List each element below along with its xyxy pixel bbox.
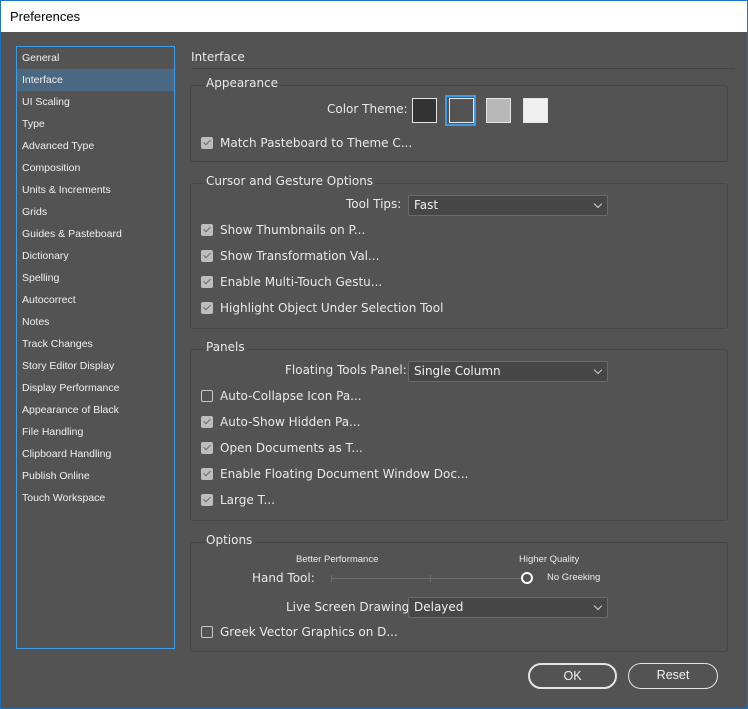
live-screen-drawing-value: Delayed [414,600,464,614]
checkbox-label: Highlight Object Under Selection Tool [220,301,444,315]
preferences-dialog: Preferences General Interface UI Scaling Ty… [0,0,748,709]
checkbox-checked-icon [201,494,213,506]
title-bar: Preferences [1,1,747,32]
slider-knob[interactable] [521,572,533,584]
auto-collapse-icon-pa-checkbox[interactable]: Auto-Collapse Icon Pa... [201,387,362,405]
floating-tools-panel-label: Floating Tools Panel: [285,363,407,377]
color-theme-label: Color Theme: [327,102,408,116]
theme-swatch-dark[interactable] [412,98,437,123]
checkbox-checked-icon [201,468,213,480]
cursor-gesture-group-label: Cursor and Gesture Options [205,174,376,188]
checkbox-label: Large T... [220,493,275,507]
open-documents-as-t-checkbox[interactable]: Open Documents as T... [201,439,363,457]
slider-tick-middle [430,575,431,582]
cursor-gesture-group: Cursor and Gesture Options Tool Tips: Fa… [190,174,728,329]
appearance-group: Appearance Color Theme: Match Pasteboard… [190,76,728,162]
enable-floating-document-window-doc-checkbox[interactable]: Enable Floating Document Window Doc... [201,465,468,483]
checkbox-checked-icon [201,416,213,428]
sidebar-item-publish-online[interactable]: Publish Online [17,465,174,487]
hand-tool-label: Hand Tool: [252,571,315,585]
reset-button[interactable]: Reset [628,663,718,689]
no-greeking-label: No Greeking [547,572,601,583]
sidebar-item-advanced-type[interactable]: Advanced Type [17,135,174,157]
ok-button[interactable]: OK [528,663,617,689]
sidebar-item-track-changes[interactable]: Track Changes [17,333,174,355]
panels-group: Panels Floating Tools Panel: Single Colu… [190,340,728,521]
chevron-down-icon [593,365,603,375]
checkbox-label: Enable Floating Document Window Doc... [220,467,469,481]
sidebar-item-dictionary[interactable]: Dictionary [17,245,174,267]
checkbox-checked-icon [201,302,213,314]
sidebar-item-notes[interactable]: Notes [17,311,174,333]
checkbox-label: Enable Multi-Touch Gestu... [220,275,383,289]
higher-quality-label: Higher Quality [519,554,580,565]
checkbox-checked-icon [201,137,213,149]
live-screen-drawing-label: Live Screen Drawing: [286,600,414,614]
sidebar-item-story-editor-display[interactable]: Story Editor Display [17,355,174,377]
show-transformation-val-checkbox[interactable]: Show Transformation Val... [201,247,379,265]
checkbox-checked-icon [201,224,213,236]
appearance-group-label: Appearance [205,76,281,90]
sidebar-item-autocorrect[interactable]: Autocorrect [17,289,174,311]
large-t-checkbox[interactable]: Large T... [201,491,275,509]
sidebar-item-guides-pasteboard[interactable]: Guides & Pasteboard [17,223,174,245]
window-title: Preferences [10,9,81,24]
theme-swatch-medium-dark[interactable] [449,98,474,123]
show-thumbnails-on-p-checkbox[interactable]: Show Thumbnails on P... [201,221,365,239]
checkbox-checked-icon [201,276,213,288]
chevron-down-icon [593,601,603,611]
sidebar-item-appearance-of-black[interactable]: Appearance of Black [17,399,174,421]
checkbox-checked-icon [201,442,213,454]
tool-tips-value: Fast [414,198,439,212]
theme-swatch-medium-light[interactable] [486,98,511,123]
live-screen-drawing-select[interactable]: Delayed [408,597,608,618]
match-pasteboard-label: Match Pasteboard to Theme C... [220,136,413,150]
options-group-label: Options [205,533,255,547]
tool-tips-select[interactable]: Fast [408,195,608,216]
greek-vector-checkbox[interactable]: Greek Vector Graphics on D... [201,623,398,641]
sidebar-item-clipboard-handling[interactable]: Clipboard Handling [17,443,174,465]
checkbox-label: Auto-Collapse Icon Pa... [220,389,362,403]
floating-tools-panel-select[interactable]: Single Column [408,361,608,382]
checkbox-label: Open Documents as T... [220,441,363,455]
sidebar-item-units-increments[interactable]: Units & Increments [17,179,174,201]
tool-tips-label: Tool Tips: [346,197,402,211]
sidebar-item-composition[interactable]: Composition [17,157,174,179]
sidebar-item-file-handling[interactable]: File Handling [17,421,174,443]
sidebar-item-ui-scaling[interactable]: UI Scaling [17,91,174,113]
sidebar-item-type[interactable]: Type [17,113,174,135]
slider-tick-start [331,575,332,582]
sidebar-item-interface[interactable]: Interface [17,69,174,91]
floating-tools-panel-value: Single Column [414,364,501,378]
sidebar-item-grids[interactable]: Grids [17,201,174,223]
hand-tool-slider[interactable] [331,569,533,589]
checkbox-checked-icon [201,250,213,262]
title-divider [191,68,735,69]
checkbox-label: Auto-Show Hidden Pa... [220,415,361,429]
enable-multi-touch-gestu-checkbox[interactable]: Enable Multi-Touch Gestu... [201,273,382,291]
checkbox-label: Show Thumbnails on P... [220,223,366,237]
checkbox-label: Show Transformation Val... [220,249,380,263]
checkbox-unchecked-icon [201,626,213,638]
auto-show-hidden-pa-checkbox[interactable]: Auto-Show Hidden Pa... [201,413,361,431]
match-pasteboard-checkbox[interactable]: Match Pasteboard to Theme C... [201,134,412,152]
greek-vector-label: Greek Vector Graphics on D... [220,625,398,639]
theme-swatch-light[interactable] [523,98,548,123]
options-group: Options Better Performance Higher Qualit… [190,533,728,652]
sidebar-item-display-performance[interactable]: Display Performance [17,377,174,399]
sidebar-item-general[interactable]: General [17,47,174,69]
checkbox-unchecked-icon [201,390,213,402]
sidebar-item-touch-workspace[interactable]: Touch Workspace [17,487,174,509]
highlight-object-under-selection-tool-checkbox[interactable]: Highlight Object Under Selection Tool [201,299,443,317]
better-performance-label: Better Performance [296,554,379,565]
panels-group-label: Panels [205,340,247,354]
page-title: Interface [191,50,245,64]
slider-track [331,578,527,579]
sidebar-category-list: General Interface UI Scaling Type Advanced T… [16,46,175,649]
sidebar-item-spelling[interactable]: Spelling [17,267,174,289]
chevron-down-icon [593,199,603,209]
